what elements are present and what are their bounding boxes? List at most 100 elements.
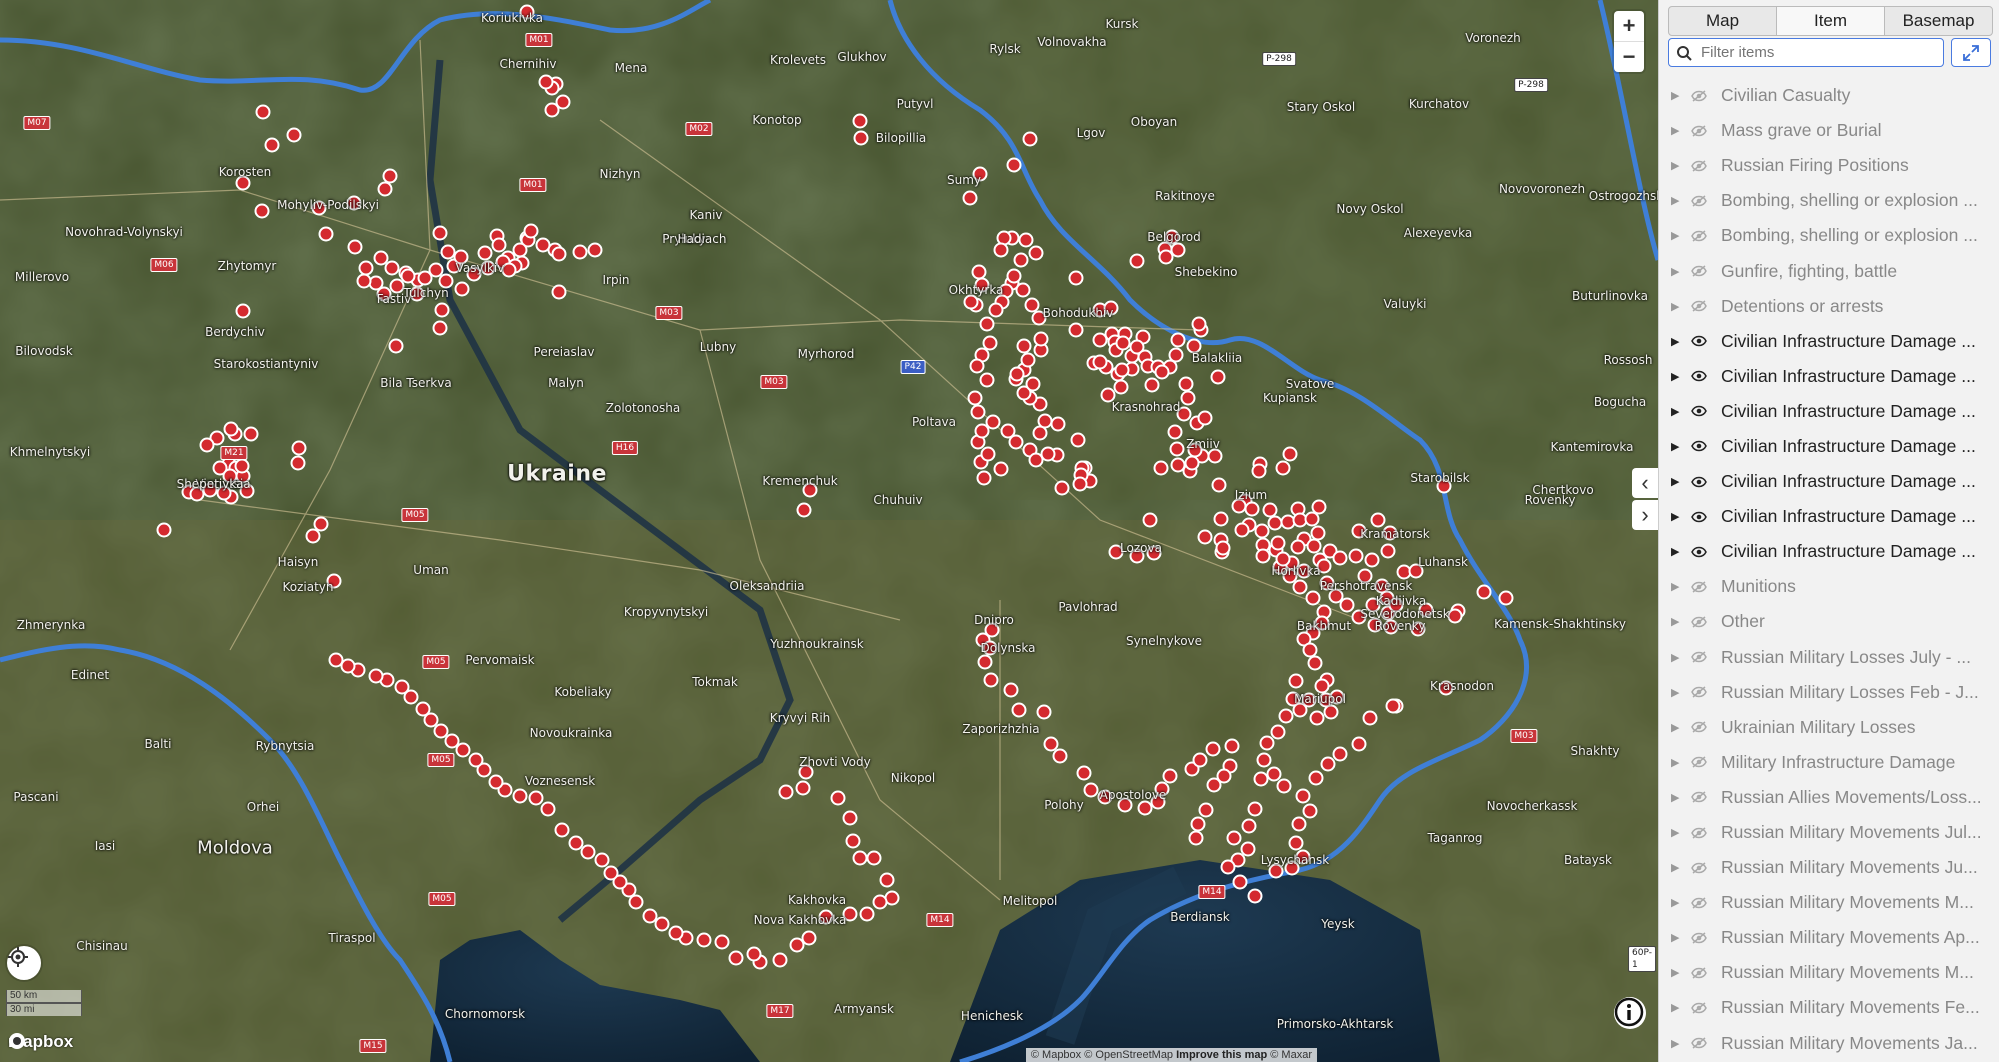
expand-fullscreen-button[interactable] xyxy=(1951,38,1991,67)
event-marker[interactable] xyxy=(974,277,990,293)
expand-arrow-icon[interactable]: ▶ xyxy=(1671,966,1681,979)
tab-map[interactable]: Map xyxy=(1669,7,1776,35)
eye-icon[interactable] xyxy=(1691,546,1709,558)
event-marker[interactable] xyxy=(1092,354,1108,370)
event-marker[interactable] xyxy=(982,640,998,656)
event-marker[interactable] xyxy=(728,950,744,966)
event-marker[interactable] xyxy=(1302,642,1318,658)
event-marker[interactable] xyxy=(455,742,471,758)
event-marker[interactable] xyxy=(1192,752,1208,768)
event-marker[interactable] xyxy=(1213,511,1229,527)
eye-off-icon[interactable] xyxy=(1691,89,1709,102)
layer-item[interactable]: ▶ Russian Military Movements Fe... xyxy=(1659,990,1999,1025)
event-marker[interactable] xyxy=(1408,563,1424,579)
layer-item[interactable]: ▶ Other xyxy=(1659,604,1999,639)
event-marker[interactable] xyxy=(1367,617,1383,633)
event-marker[interactable] xyxy=(453,249,469,265)
event-marker[interactable] xyxy=(434,302,450,318)
event-marker[interactable] xyxy=(554,822,570,838)
expand-arrow-icon[interactable]: ▶ xyxy=(1671,615,1681,628)
event-marker[interactable] xyxy=(384,260,400,276)
event-marker[interactable] xyxy=(538,74,554,90)
event-marker[interactable] xyxy=(1295,849,1311,865)
event-marker[interactable] xyxy=(1052,748,1068,764)
event-marker[interactable] xyxy=(1150,794,1166,810)
expand-arrow-icon[interactable]: ▶ xyxy=(1671,1037,1681,1050)
event-marker[interactable] xyxy=(1328,588,1344,604)
event-marker[interactable] xyxy=(1168,347,1184,363)
event-marker[interactable] xyxy=(216,485,232,501)
event-marker[interactable] xyxy=(286,127,302,143)
event-marker[interactable] xyxy=(789,937,805,953)
event-marker[interactable] xyxy=(830,790,846,806)
event-marker[interactable] xyxy=(1129,548,1145,564)
event-marker[interactable] xyxy=(466,266,482,282)
collapse-panel-button[interactable]: ‹ xyxy=(1632,468,1658,498)
event-marker[interactable] xyxy=(488,774,504,790)
event-marker[interactable] xyxy=(845,833,861,849)
event-marker[interactable] xyxy=(969,358,985,374)
event-marker[interactable] xyxy=(1011,702,1027,718)
event-marker[interactable] xyxy=(1154,781,1170,797)
event-marker[interactable] xyxy=(853,130,869,146)
event-marker[interactable] xyxy=(1006,157,1022,173)
expand-arrow-icon[interactable]: ▶ xyxy=(1671,370,1681,383)
event-marker[interactable] xyxy=(1309,710,1325,726)
expand-arrow-icon[interactable]: ▶ xyxy=(1671,89,1681,102)
event-marker[interactable] xyxy=(1006,268,1022,284)
event-marker[interactable] xyxy=(1158,249,1174,265)
event-marker[interactable] xyxy=(1351,523,1367,539)
event-marker[interactable] xyxy=(1320,756,1336,772)
layer-item[interactable]: ▶ Russian Military Losses July - ... xyxy=(1659,640,1999,675)
event-marker[interactable] xyxy=(1292,512,1308,528)
expand-arrow-icon[interactable]: ▶ xyxy=(1671,826,1681,839)
expand-arrow-icon[interactable]: ▶ xyxy=(1671,475,1681,488)
map-basemap[interactable] xyxy=(0,0,1658,1062)
eye-off-icon[interactable] xyxy=(1691,897,1709,909)
event-marker[interactable] xyxy=(535,237,551,253)
event-marker[interactable] xyxy=(189,486,205,502)
expand-arrow-icon[interactable]: ▶ xyxy=(1671,229,1681,242)
event-marker[interactable] xyxy=(1302,803,1318,819)
event-marker[interactable] xyxy=(974,423,990,439)
event-marker[interactable] xyxy=(859,906,875,922)
expand-arrow-icon[interactable]: ▶ xyxy=(1671,931,1681,944)
event-marker[interactable] xyxy=(1206,777,1222,793)
expand-arrow-icon[interactable]: ▶ xyxy=(1671,861,1681,874)
eye-off-icon[interactable] xyxy=(1691,581,1709,593)
event-marker[interactable] xyxy=(1282,568,1298,584)
expand-arrow-icon[interactable]: ▶ xyxy=(1671,545,1681,558)
event-marker[interactable] xyxy=(1207,448,1223,464)
layer-item[interactable]: ▶ Russian Allies Movements/Loss... xyxy=(1659,780,1999,815)
event-marker[interactable] xyxy=(1186,338,1202,354)
event-marker[interactable] xyxy=(1016,338,1032,354)
event-marker[interactable] xyxy=(1370,512,1386,528)
event-marker[interactable] xyxy=(394,679,410,695)
event-marker[interactable] xyxy=(1268,863,1284,879)
layer-item[interactable]: ▶ Russian Military Movements M... xyxy=(1659,955,1999,990)
event-marker[interactable] xyxy=(1097,789,1113,805)
eye-off-icon[interactable] xyxy=(1691,721,1709,733)
event-marker[interactable] xyxy=(1316,558,1332,574)
event-marker[interactable] xyxy=(1037,413,1053,429)
event-marker[interactable] xyxy=(438,273,454,289)
event-marker[interactable] xyxy=(802,482,818,498)
event-marker[interactable] xyxy=(967,390,983,406)
event-marker[interactable] xyxy=(1319,575,1335,591)
expand-arrow-icon[interactable]: ▶ xyxy=(1671,300,1681,313)
expand-arrow-icon[interactable]: ▶ xyxy=(1671,686,1681,699)
event-marker[interactable] xyxy=(1205,741,1221,757)
layer-item[interactable]: ▶ Detentions or arrests xyxy=(1659,289,1999,324)
event-marker[interactable] xyxy=(1362,710,1378,726)
event-marker[interactable] xyxy=(388,338,404,354)
event-marker[interactable] xyxy=(1025,376,1041,392)
event-marker[interactable] xyxy=(993,242,1009,258)
event-marker[interactable] xyxy=(1323,704,1339,720)
event-marker[interactable] xyxy=(1254,523,1270,539)
layer-item[interactable]: ▶ Civilian Infrastructure Damage ... xyxy=(1659,359,1999,394)
event-marker[interactable] xyxy=(1380,543,1396,559)
event-marker[interactable] xyxy=(1438,680,1454,696)
event-marker[interactable] xyxy=(544,102,560,118)
layer-item[interactable]: ▶ Gunfire, fighting, battle xyxy=(1659,253,1999,288)
tab-item[interactable]: Item xyxy=(1776,7,1884,35)
